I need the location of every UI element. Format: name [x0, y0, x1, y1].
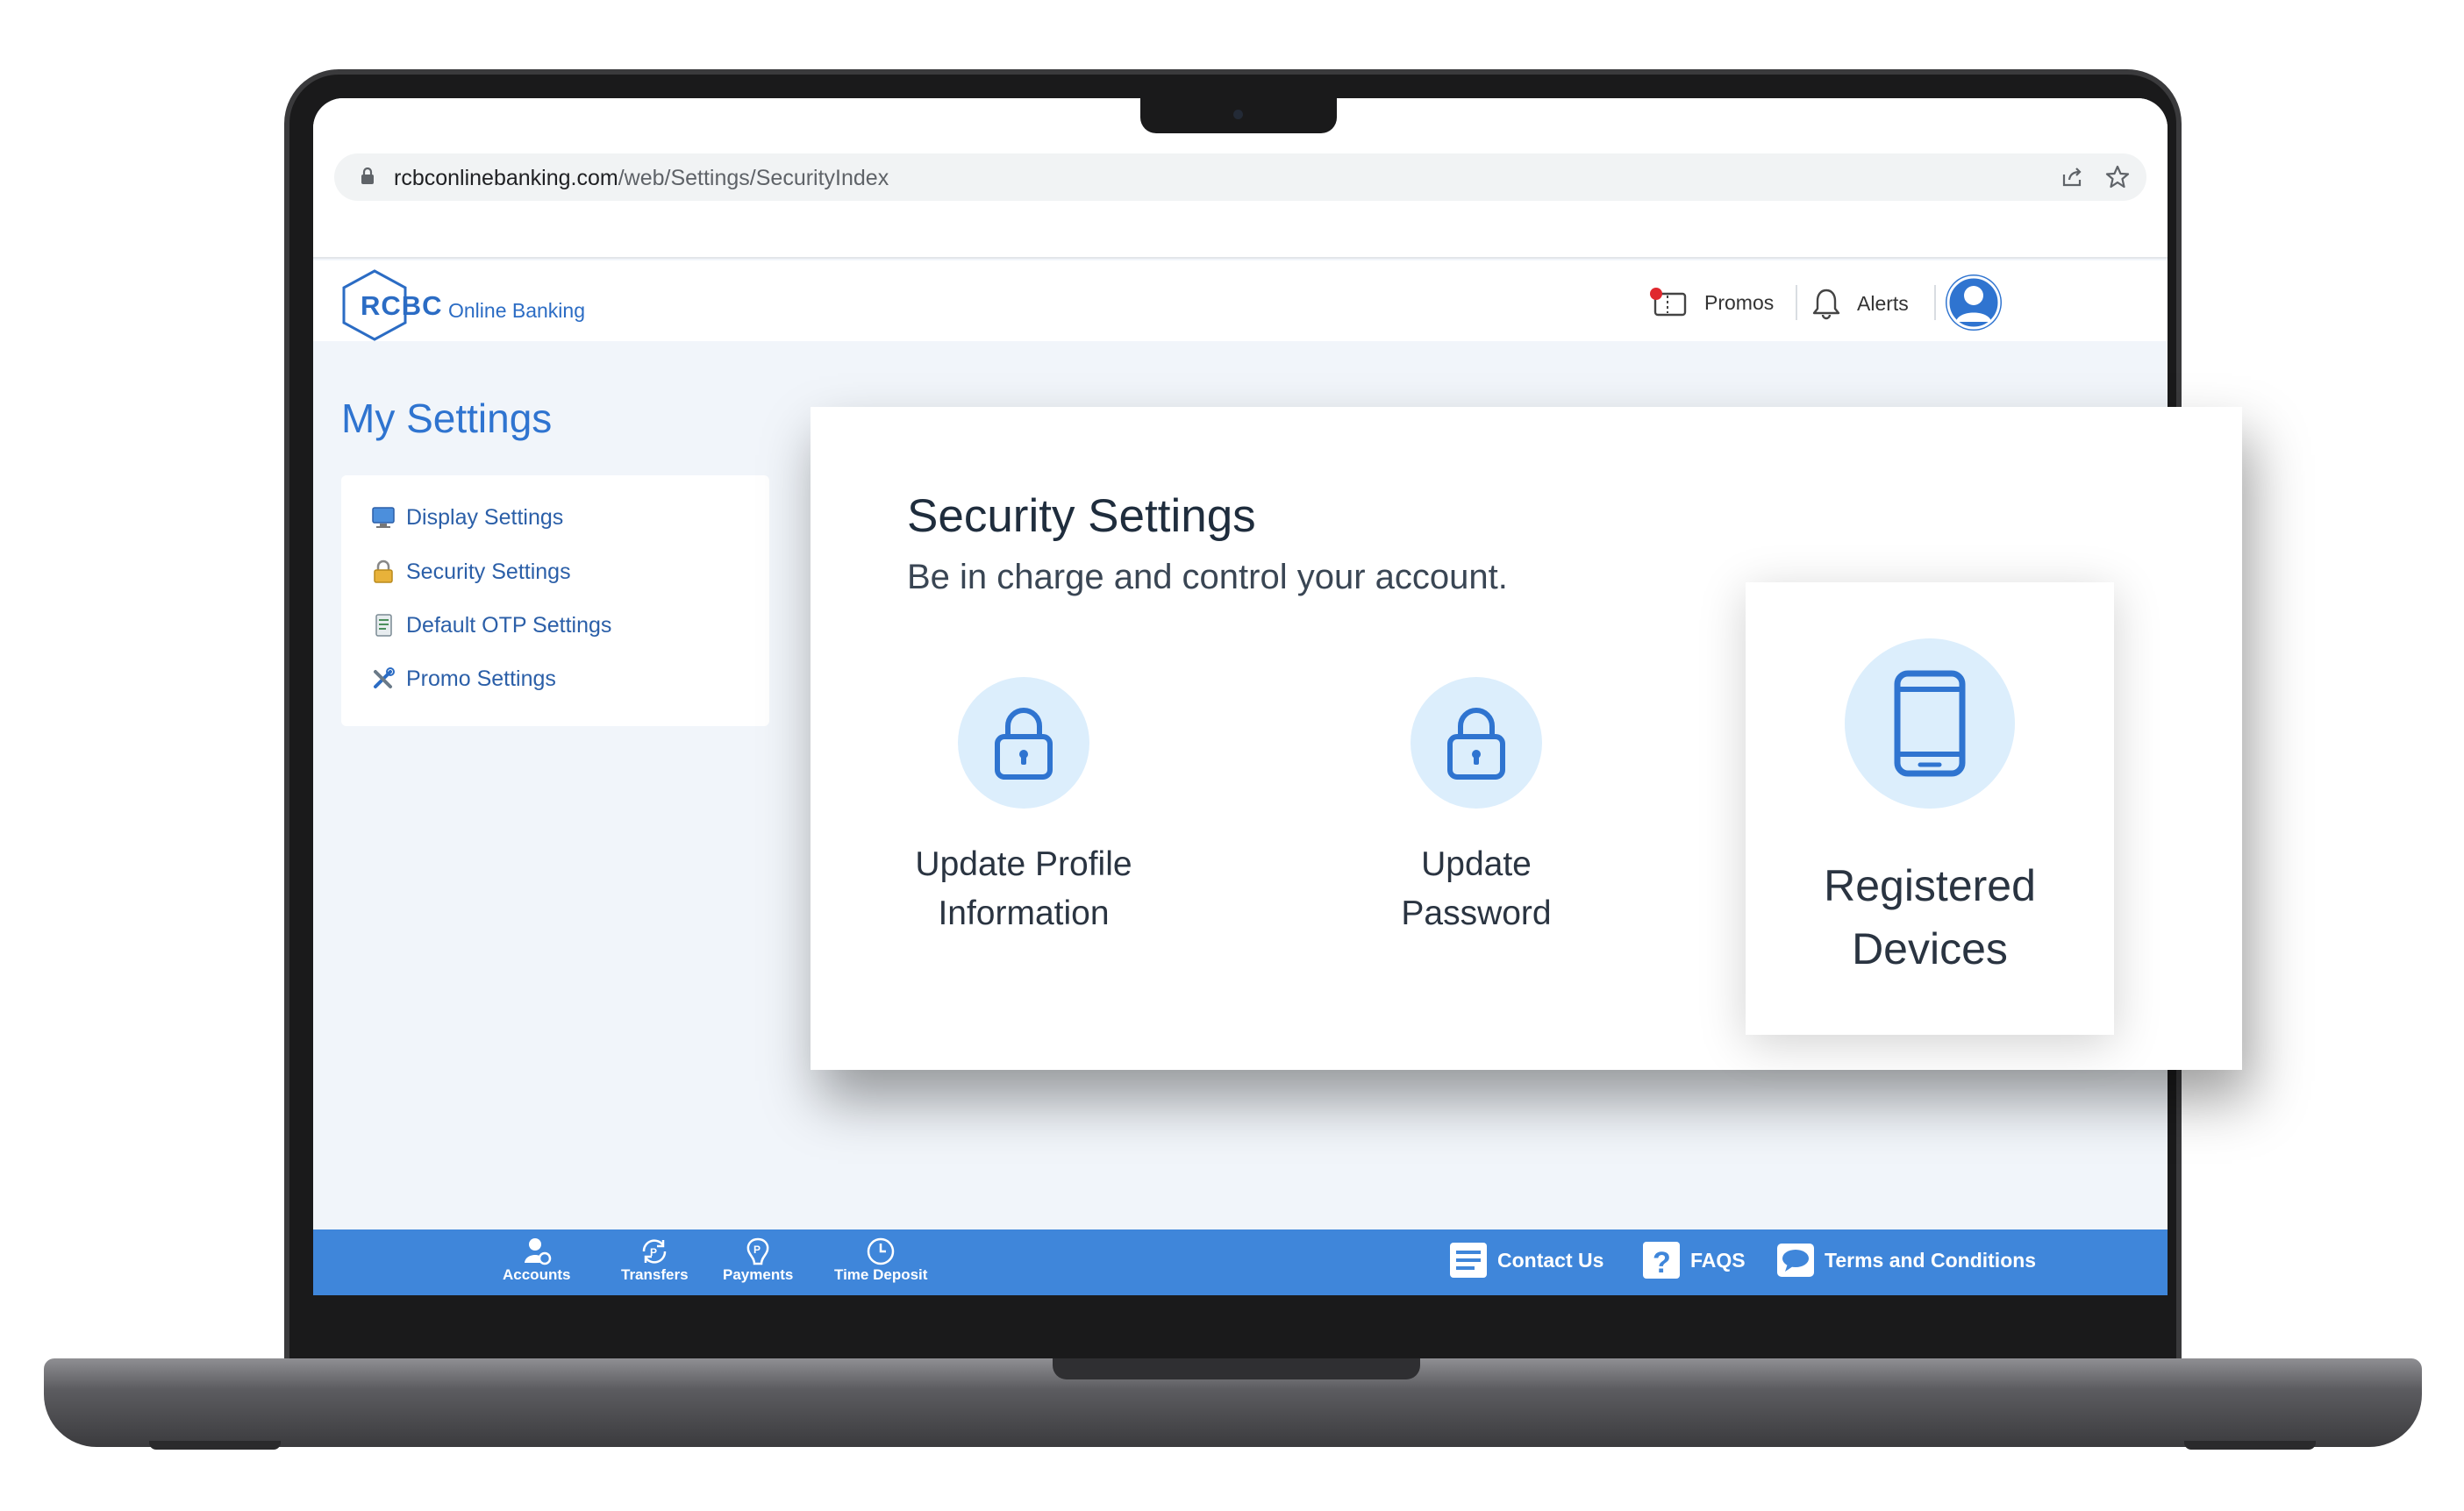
footer-nav-label: Time Deposit — [834, 1266, 928, 1283]
user-icon — [1946, 275, 2001, 330]
footer-nav-transfers[interactable]: P Transfers — [621, 1237, 689, 1284]
footer-nav-label: Accounts — [503, 1266, 571, 1283]
payments-icon: P — [746, 1237, 769, 1265]
option-label: Registered Devices — [1746, 854, 2114, 980]
alerts-label: Alerts — [1857, 291, 1909, 315]
footer-nav-payments[interactable]: P Payments — [723, 1237, 793, 1284]
laptop-foot — [149, 1441, 281, 1450]
url-path: /web/Settings/SecurityIndex — [618, 166, 889, 190]
footer-link-faqs[interactable]: ? FAQS — [1641, 1240, 1746, 1280]
rcbc-logo[interactable]: RCBC Online Banking — [341, 269, 604, 341]
footer-nav-label: Transfers — [621, 1266, 689, 1283]
sidebar-item-promo-settings[interactable]: Promo Settings — [371, 661, 556, 696]
svg-text:P: P — [650, 1246, 657, 1258]
laptop-foot — [2184, 1441, 2316, 1450]
sidebar-item-security-settings[interactable]: Security Settings — [371, 554, 571, 589]
footer-link-terms[interactable]: Terms and Conditions — [1775, 1240, 2036, 1280]
laptop-hinge-notch — [1053, 1358, 1420, 1379]
footer-link-label: FAQS — [1690, 1248, 1746, 1272]
header-divider — [1796, 285, 1797, 320]
promos-button[interactable]: Promos — [1650, 287, 1774, 318]
contact-icon — [1450, 1243, 1487, 1278]
security-title: Security Settings — [907, 490, 1256, 542]
transfers-icon: P — [643, 1239, 667, 1264]
ticket-icon — [1650, 288, 1687, 317]
lock-icon — [1447, 708, 1505, 780]
footer-nav-label: Payments — [723, 1266, 794, 1283]
option-label-line: Password — [1401, 894, 1552, 932]
option-label: Update Profile Information — [870, 840, 1177, 938]
option-label: Update Password — [1323, 840, 1630, 938]
settings-menu: Display Settings Security Settings Defau… — [341, 475, 769, 726]
option-label-line: Update Profile — [915, 845, 1132, 883]
bookmark-star-icon[interactable] — [2104, 164, 2131, 190]
lock-icon — [995, 708, 1053, 780]
option-icon-circle — [958, 677, 1089, 809]
page-title: My Settings — [341, 396, 553, 441]
promos-label: Promos — [1704, 290, 1775, 314]
padlock-icon — [374, 559, 393, 583]
option-icon-circle — [1411, 677, 1542, 809]
share-icon[interactable] — [2059, 164, 2085, 190]
logo-subtitle: Online Banking — [448, 299, 585, 322]
option-registered-devices[interactable]: Registered Devices — [1746, 582, 2114, 1035]
url-text: rcbconlinebanking.com/web/Settings/Secur… — [394, 166, 889, 191]
secure-lock-icon — [361, 167, 374, 184]
svg-text:P: P — [753, 1244, 761, 1256]
chat-icon — [1777, 1244, 1814, 1277]
user-avatar[interactable] — [1946, 274, 2002, 331]
document-icon — [375, 614, 392, 637]
logo-text: RCBC — [361, 290, 443, 321]
address-bar[interactable]: rcbconlinebanking.com/web/Settings/Secur… — [334, 153, 2146, 201]
alerts-button[interactable]: Alerts — [1811, 287, 1909, 320]
option-label-line: Information — [938, 894, 1110, 932]
smartphone-icon — [1894, 670, 1966, 777]
footer-link-label: Contact Us — [1497, 1248, 1604, 1272]
accounts-icon — [524, 1238, 551, 1265]
security-settings-panel: Security Settings Be in charge and contr… — [811, 407, 2242, 1070]
sidebar-item-otp-settings[interactable]: Default OTP Settings — [371, 608, 611, 643]
camera-icon — [1233, 110, 1243, 119]
footer-link-contact-us[interactable]: Contact Us — [1448, 1240, 1603, 1280]
footer-link-label: Terms and Conditions — [1825, 1248, 2037, 1272]
clock-icon — [867, 1237, 895, 1265]
sidebar-item-display-settings[interactable]: Display Settings — [371, 500, 563, 535]
security-subtitle: Be in charge and control your account. — [907, 558, 1508, 596]
app-header: RCBC Online Banking Promos Alerts — [313, 260, 2168, 341]
option-label-line: Registered — [1824, 861, 2036, 910]
header-divider — [1934, 285, 1936, 320]
footer-nav-accounts[interactable]: Accounts — [503, 1237, 570, 1284]
option-label-line: Update — [1421, 845, 1532, 883]
svg-text:?: ? — [1653, 1246, 1671, 1279]
camera-notch — [1140, 98, 1337, 133]
screen-bezel — [289, 1295, 2176, 1363]
footer-bar: Accounts P Transfers P Payments Time Dep… — [313, 1229, 2168, 1295]
sidebar-item-label: Promo Settings — [406, 666, 556, 691]
url-domain: rcbconlinebanking.com — [394, 166, 618, 190]
sidebar-item-label: Security Settings — [406, 559, 571, 584]
monitor-icon — [372, 507, 395, 528]
option-icon-circle — [1845, 638, 2015, 809]
tools-icon — [374, 667, 395, 688]
sidebar-item-label: Default OTP Settings — [406, 612, 612, 638]
option-label-line: Devices — [1852, 924, 2008, 973]
question-icon: ? — [1643, 1242, 1680, 1279]
footer-nav-time-deposit[interactable]: Time Deposit — [834, 1237, 927, 1284]
sidebar-item-label: Display Settings — [406, 504, 564, 530]
bell-icon — [1812, 289, 1840, 320]
